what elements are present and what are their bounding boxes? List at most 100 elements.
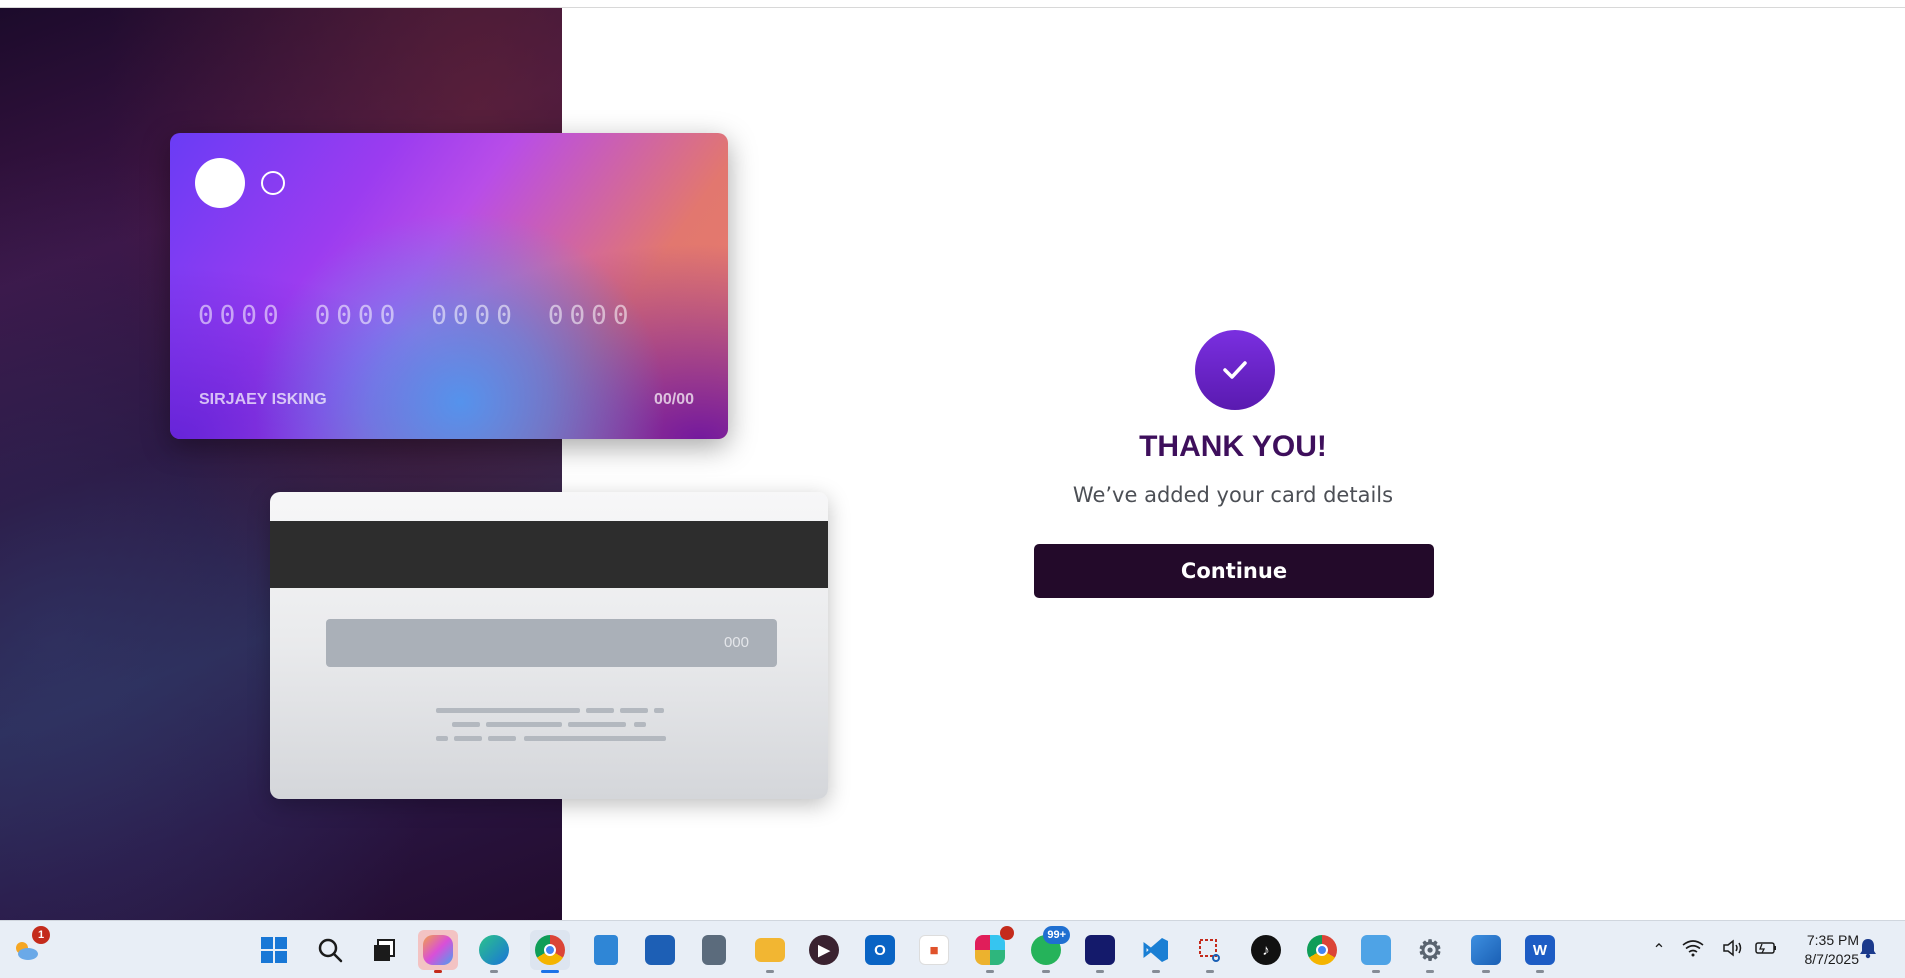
chrome-icon	[1307, 935, 1337, 965]
browser-top-edge	[0, 0, 1905, 8]
card-expiry: 00/00	[653, 391, 694, 408]
card-holder-name: SIRJAEY ISKING	[199, 391, 327, 408]
search-icon	[315, 935, 345, 965]
taskbar-whatsapp[interactable]: 99+	[1026, 926, 1070, 973]
taskbar-task-view[interactable]	[364, 930, 404, 970]
app-icon: ■	[919, 935, 949, 965]
card-number-group: 0000	[314, 301, 402, 331]
fine-print-line	[452, 722, 480, 727]
word-icon: W	[1525, 935, 1555, 965]
slack-badge	[1000, 926, 1014, 940]
taskbar-vscode[interactable]	[1136, 930, 1176, 973]
fine-print-line	[436, 708, 580, 713]
running-indicator	[490, 970, 498, 973]
edge-icon	[479, 935, 509, 965]
taskbar-media-player[interactable]: ▶	[804, 930, 844, 970]
taskbar-tiktok[interactable]: ♪	[1246, 930, 1286, 970]
taskbar-store[interactable]	[640, 930, 680, 970]
taskbar-clock[interactable]: 7:35 PM 8/7/2025	[1805, 931, 1860, 969]
success-check-icon	[1195, 330, 1275, 410]
outlook-icon: O	[865, 935, 895, 965]
taskbar-photos[interactable]	[1466, 930, 1506, 973]
card-logo-circle-small	[261, 171, 285, 195]
chevron-up-icon[interactable]: ⌃	[1646, 940, 1672, 960]
taskbar-calculator[interactable]	[694, 930, 734, 970]
clock-date: 8/7/2025	[1804, 951, 1860, 967]
windows-icon	[259, 935, 289, 965]
whatsapp-badge: 99+	[1043, 926, 1070, 944]
snipping-icon	[1195, 935, 1225, 965]
fine-print-line	[486, 722, 562, 727]
signature-strip: 000	[326, 619, 777, 667]
chrome-icon	[535, 935, 565, 965]
magnetic-stripe	[270, 521, 828, 588]
notification-area	[1858, 921, 1878, 978]
task-view-icon	[369, 935, 399, 965]
fine-print-line	[524, 736, 666, 741]
play-icon: ▶	[809, 935, 839, 965]
running-indicator	[1372, 970, 1380, 973]
running-indicator	[541, 970, 559, 973]
battery-icon[interactable]	[1754, 940, 1784, 961]
vscode-icon	[1141, 935, 1171, 965]
volume-icon[interactable]	[1722, 938, 1754, 962]
page: 0000 0000 0000 0000 SIRJAEY ISKING 00/00…	[0, 0, 1905, 978]
taskbar-start[interactable]	[254, 930, 294, 970]
running-indicator	[1206, 970, 1214, 973]
wifi-icon[interactable]	[1682, 939, 1722, 962]
confirmation-message: We’ve added your card details	[1072, 483, 1394, 507]
fine-print-line	[586, 708, 614, 713]
efootball-icon	[1085, 935, 1115, 965]
tiktok-icon: ♪	[1251, 935, 1281, 965]
calculator-icon	[702, 935, 726, 965]
notepad-icon	[594, 935, 618, 965]
taskbar-copilot[interactable]	[418, 930, 458, 973]
running-indicator	[434, 970, 442, 973]
copilot-icon	[423, 935, 453, 965]
card-front: 0000 0000 0000 0000 SIRJAEY ISKING 00/00	[170, 133, 728, 439]
taskbar-outlook[interactable]: O	[860, 930, 900, 970]
running-indicator	[1426, 970, 1434, 973]
slack-icon	[975, 935, 1005, 965]
card-number-group: 0000	[198, 301, 285, 331]
system-tray: ⌃	[1646, 921, 1784, 978]
taskbar-chrome[interactable]	[530, 930, 570, 973]
card-number: 0000 0000 0000 0000	[198, 301, 635, 331]
taskbar-notepad[interactable]	[586, 930, 626, 970]
card-number-group: 0000	[431, 301, 518, 331]
fine-print-line	[488, 736, 516, 741]
fine-print-line	[620, 708, 648, 713]
running-indicator	[1152, 970, 1160, 973]
running-indicator	[986, 970, 994, 973]
taskbar-snipping-tool[interactable]	[1190, 930, 1230, 973]
taskbar-chrome-profile[interactable]	[1302, 930, 1342, 970]
taskbar-file-explorer[interactable]	[750, 930, 790, 973]
fine-print-line	[436, 736, 448, 741]
thank-you-heading: THANK YOU!	[1139, 430, 1327, 463]
gear-icon: ⚙	[1417, 934, 1443, 966]
notification-bell-icon[interactable]	[1858, 937, 1878, 964]
taskbar-word[interactable]: W	[1520, 930, 1560, 973]
fine-print-line	[568, 722, 626, 727]
card-number-group: 0000	[547, 301, 635, 331]
control-panel-icon	[1361, 935, 1391, 965]
taskbar-edge[interactable]	[474, 930, 514, 973]
card-back: 000	[270, 492, 828, 799]
continue-button[interactable]: Continue	[1034, 544, 1434, 598]
clock-time: 7:35 PM	[1806, 932, 1859, 948]
weather-widget[interactable]: 1	[6, 926, 50, 970]
taskbar-app[interactable]: ■	[914, 930, 954, 970]
running-indicator	[1482, 970, 1490, 973]
fine-print-line	[454, 736, 482, 741]
running-indicator	[1042, 970, 1050, 973]
taskbar-search[interactable]	[310, 930, 350, 970]
running-indicator	[1096, 970, 1104, 973]
taskbar-control-panel[interactable]	[1356, 930, 1396, 973]
photos-icon	[1471, 935, 1501, 965]
taskbar-settings[interactable]: ⚙	[1410, 930, 1450, 973]
taskbar-slack[interactable]	[970, 926, 1014, 973]
taskbar-efootball[interactable]	[1080, 930, 1120, 973]
fine-print-line	[634, 722, 646, 727]
card-logo-circle-large	[195, 158, 245, 208]
weather-badge: 1	[32, 926, 50, 944]
